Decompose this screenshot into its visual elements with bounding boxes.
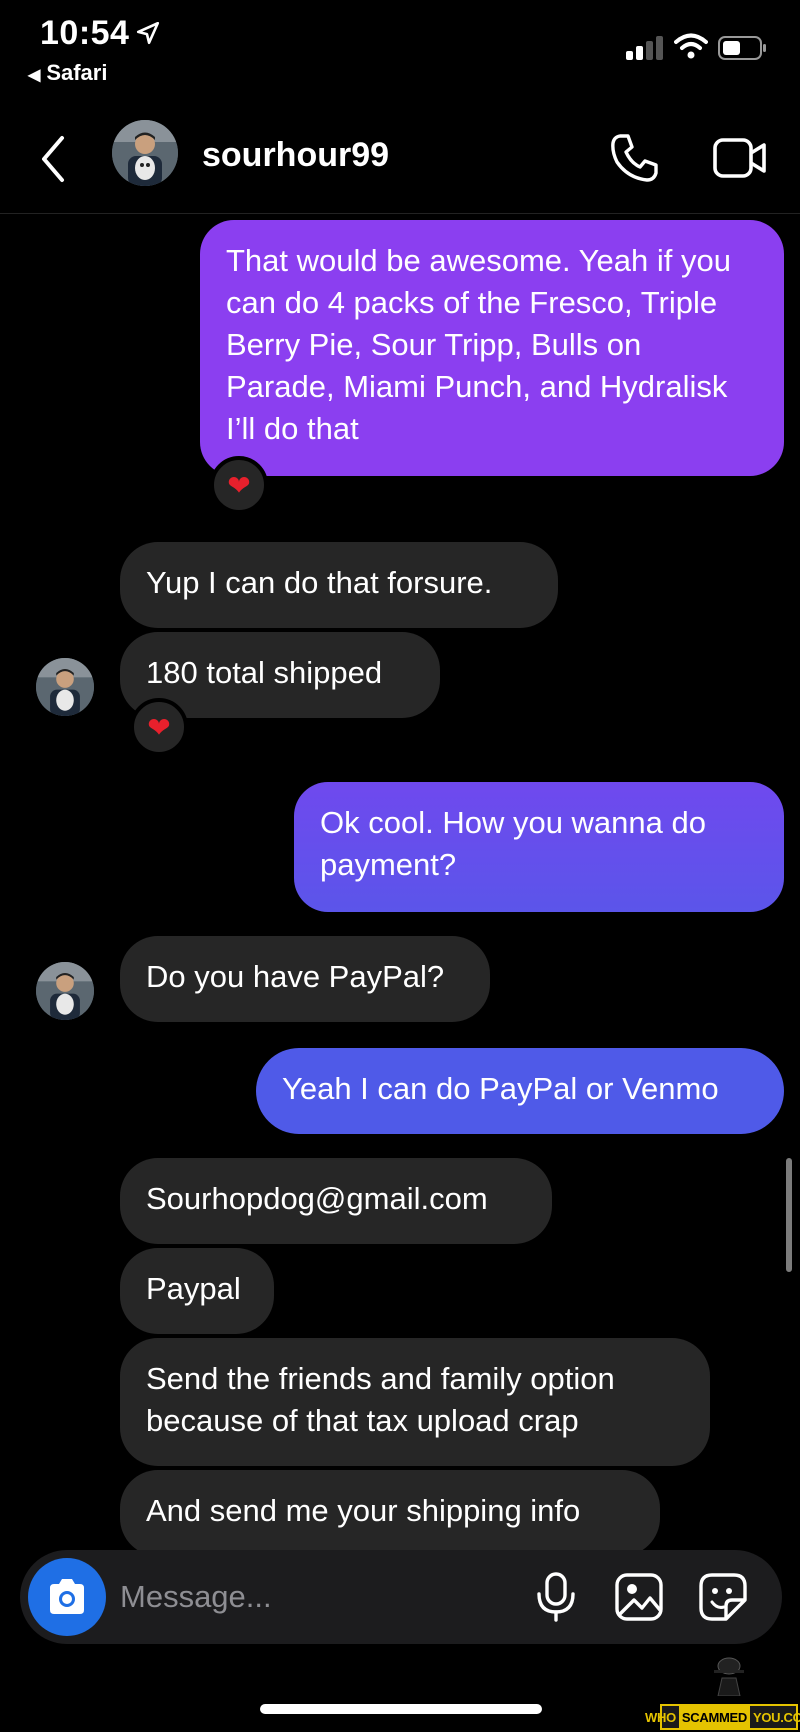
message-bubble-outgoing[interactable]: Ok cool. How you wanna do payment? [294,782,784,912]
contact-avatar[interactable] [112,120,178,186]
chat-header: sourhour99 [0,110,800,214]
battery-icon [718,36,766,60]
home-indicator[interactable] [260,1704,542,1714]
message-bubble-outgoing[interactable]: That would be awesome. Yeah if you can d… [200,220,784,476]
message-bubble-incoming[interactable]: Yup I can do that forsure. [120,542,558,628]
message-bubble-incoming[interactable]: And send me your shipping info [120,1470,660,1556]
sender-avatar[interactable] [36,962,94,1020]
heart-reaction-icon[interactable]: ❤ [130,698,188,756]
back-triangle-icon: ◀ [28,67,41,84]
watermark-text: WHOSCAMMEDYOU.COM [645,1704,800,1730]
camera-button[interactable] [28,1558,106,1636]
message-bubble-incoming[interactable]: Send the friends and family option becau… [120,1338,710,1466]
location-arrow-icon [136,21,160,45]
status-time: 10:54 [40,14,130,52]
watermark-logo: WHOSCAMMEDYOU.COM [645,1656,800,1730]
status-bar: 10:54 ◀ Safari [0,0,800,100]
message-bubble-incoming[interactable]: Paypal [120,1248,274,1334]
message-bubble-outgoing[interactable]: Yeah I can do PayPal or Venmo [256,1048,784,1134]
message-bubble-incoming[interactable]: Do you have PayPal? [120,936,490,1022]
sticker-icon[interactable] [698,1572,748,1622]
gallery-icon[interactable] [614,1572,664,1622]
message-composer [20,1550,782,1644]
contact-username[interactable]: sourhour99 [202,136,389,175]
wifi-icon [674,33,708,59]
heart-reaction-icon[interactable]: ❤ [210,456,268,514]
message-input[interactable] [120,1550,520,1644]
message-bubble-incoming[interactable]: Sourhopdog@gmail.com [120,1158,552,1244]
spy-hat-icon [714,1657,744,1696]
scrollbar[interactable] [786,1158,792,1272]
microphone-icon[interactable] [534,1572,578,1622]
cellular-signal-icon [626,34,666,60]
camera-icon [50,1579,84,1614]
back-chevron-icon[interactable] [36,134,72,184]
back-to-app-link[interactable]: ◀ Safari [28,60,107,86]
phone-icon[interactable] [608,132,660,184]
sender-avatar[interactable] [36,658,94,716]
video-camera-icon[interactable] [712,136,768,180]
back-app-label: Safari [46,60,108,85]
